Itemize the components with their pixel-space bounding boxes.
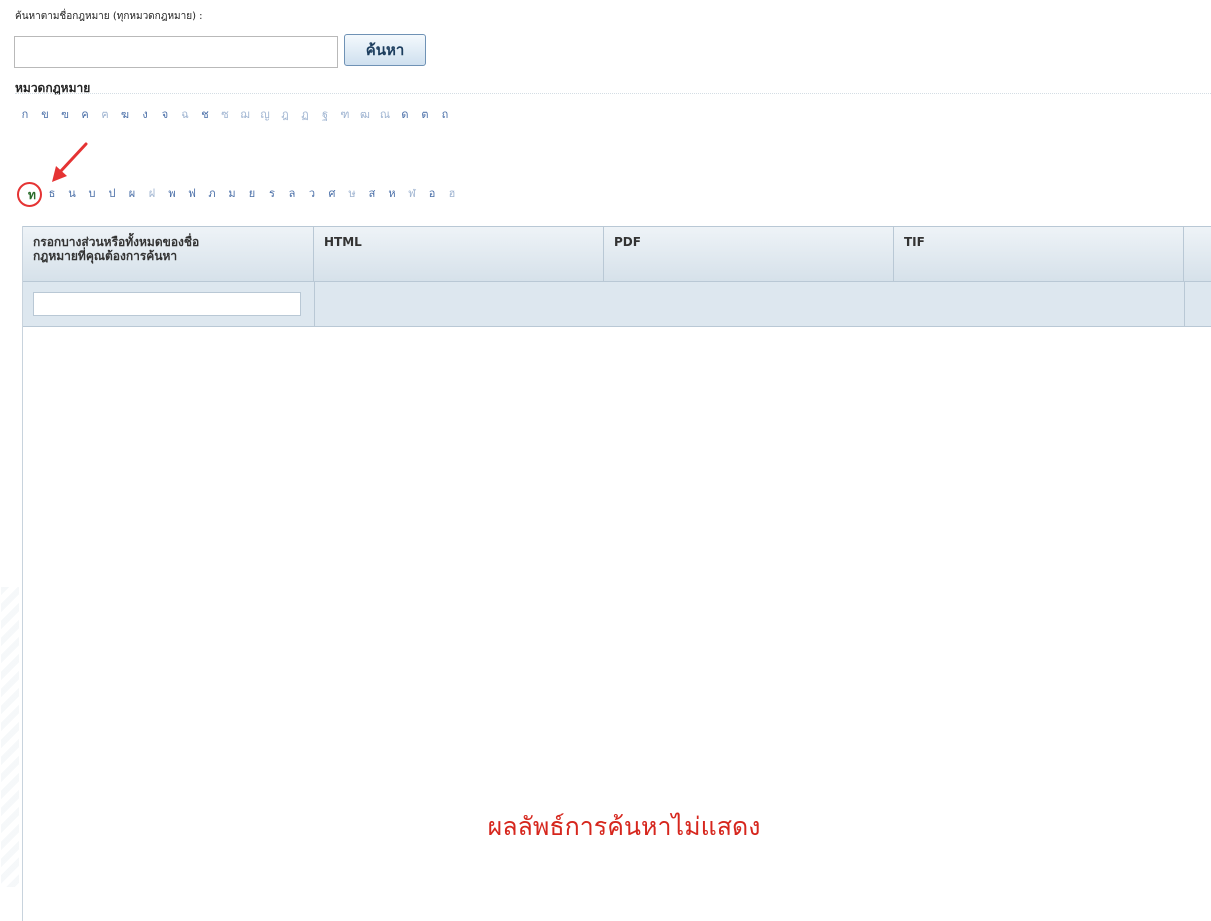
letter-link[interactable]: ก: [15, 107, 35, 123]
letter-link[interactable]: ภ: [202, 186, 222, 202]
letter-link[interactable]: ซ: [215, 107, 235, 123]
letter-link[interactable]: ธ: [42, 186, 62, 202]
letter-link[interactable]: ถ: [435, 107, 455, 123]
letter-link[interactable]: ย: [242, 186, 262, 202]
letter-link[interactable]: ช: [195, 107, 215, 123]
letter-index-row-1: ก ข ฃ ค ฅ ฆ ง จ ฉ ช ซ ฌ ญ ฎ ฏ ฐ ฑ ฒ ณ ด …: [15, 107, 455, 123]
letter-link[interactable]: ณ: [375, 107, 395, 123]
column-header-name-label: กรอกบางส่วนหรือทั้งหมดของชื่อ กฎหมายที่ค…: [33, 235, 200, 263]
no-results-annotation: ผลลัพธ์การค้นหาไม่แสดง: [487, 812, 761, 841]
letter-link[interactable]: ฉ: [175, 107, 195, 123]
search-button[interactable]: ค้นหา: [344, 34, 426, 66]
letter-link[interactable]: พ: [162, 186, 182, 202]
letter-link[interactable]: ฝ: [142, 186, 162, 202]
letter-link[interactable]: ฮ: [442, 186, 462, 202]
letter-link[interactable]: ฬ: [402, 186, 422, 202]
letter-link[interactable]: ษ: [342, 186, 362, 202]
letter-link[interactable]: ต: [415, 107, 435, 123]
column-header-html-label: HTML: [324, 235, 362, 249]
letter-link[interactable]: ง: [135, 107, 155, 123]
letter-link[interactable]: ล: [282, 186, 302, 202]
category-heading: หมวดกฎหมาย: [15, 81, 91, 95]
law-name-search-input[interactable]: [14, 36, 338, 68]
letter-link[interactable]: ฎ: [275, 107, 295, 123]
letter-link[interactable]: ฅ: [95, 107, 115, 123]
column-header-tif[interactable]: TIF: [894, 227, 1184, 281]
letter-link[interactable]: ผ: [122, 186, 142, 202]
letter-link[interactable]: ป: [102, 186, 122, 202]
letter-link[interactable]: ญ: [255, 107, 275, 123]
column-header-tif-label: TIF: [904, 235, 925, 249]
letter-link[interactable]: ฟ: [182, 186, 202, 202]
search-label: ค้นหาตามชื่อกฎหมาย (ทุกหมวดกฎหมาย) :: [15, 11, 203, 22]
letter-link[interactable]: ม: [222, 186, 242, 202]
column-header-name[interactable]: กรอกบางส่วนหรือทั้งหมดของชื่อ กฎหมายที่ค…: [23, 227, 314, 281]
letter-link-selected[interactable]: ท: [22, 185, 42, 205]
letter-link[interactable]: ฃ: [55, 107, 75, 123]
letter-link[interactable]: อ: [422, 186, 442, 202]
letter-link[interactable]: ฑ: [335, 107, 355, 123]
name-filter-input[interactable]: [33, 292, 301, 316]
letter-link[interactable]: ค: [75, 107, 95, 123]
letter-link[interactable]: ห: [382, 186, 402, 202]
grid-header-row: กรอกบางส่วนหรือทั้งหมดของชื่อ กฎหมายที่ค…: [23, 226, 1211, 282]
letter-link[interactable]: ฆ: [115, 107, 135, 123]
letter-index-row-2: ธ น บ ป ผ ฝ พ ฟ ภ ม ย ร ล ว ศ ษ ส ห ฬ อ …: [42, 186, 462, 202]
letter-link[interactable]: ศ: [322, 186, 342, 202]
letter-link[interactable]: บ: [82, 186, 102, 202]
red-arrow-annotation: [52, 142, 88, 182]
letter-link[interactable]: ส: [362, 186, 382, 202]
grid-body: ผลลัพธ์การค้นหาไม่แสดง: [1, 327, 1211, 921]
category-divider: [15, 93, 1211, 94]
grid-filter-row: [23, 282, 1211, 327]
column-header-pdf[interactable]: PDF: [604, 227, 894, 281]
letter-link[interactable]: ฌ: [235, 107, 255, 123]
letter-link[interactable]: ว: [302, 186, 322, 202]
letter-link[interactable]: ข: [35, 107, 55, 123]
letter-link[interactable]: ร: [262, 186, 282, 202]
letter-link[interactable]: จ: [155, 107, 175, 123]
column-header-html[interactable]: HTML: [314, 227, 604, 281]
results-grid: กรอกบางส่วนหรือทั้งหมดของชื่อ กฎหมายที่ค…: [1, 226, 1211, 921]
letter-link[interactable]: ด: [395, 107, 415, 123]
letter-link[interactable]: ฐ: [315, 107, 335, 123]
column-header-pdf-label: PDF: [614, 235, 641, 249]
letter-link[interactable]: ฒ: [355, 107, 375, 123]
letter-link[interactable]: น: [62, 186, 82, 202]
filter-row-divider: [314, 282, 315, 326]
letter-link[interactable]: ฏ: [295, 107, 315, 123]
filter-row-end-divider: [1184, 282, 1185, 326]
